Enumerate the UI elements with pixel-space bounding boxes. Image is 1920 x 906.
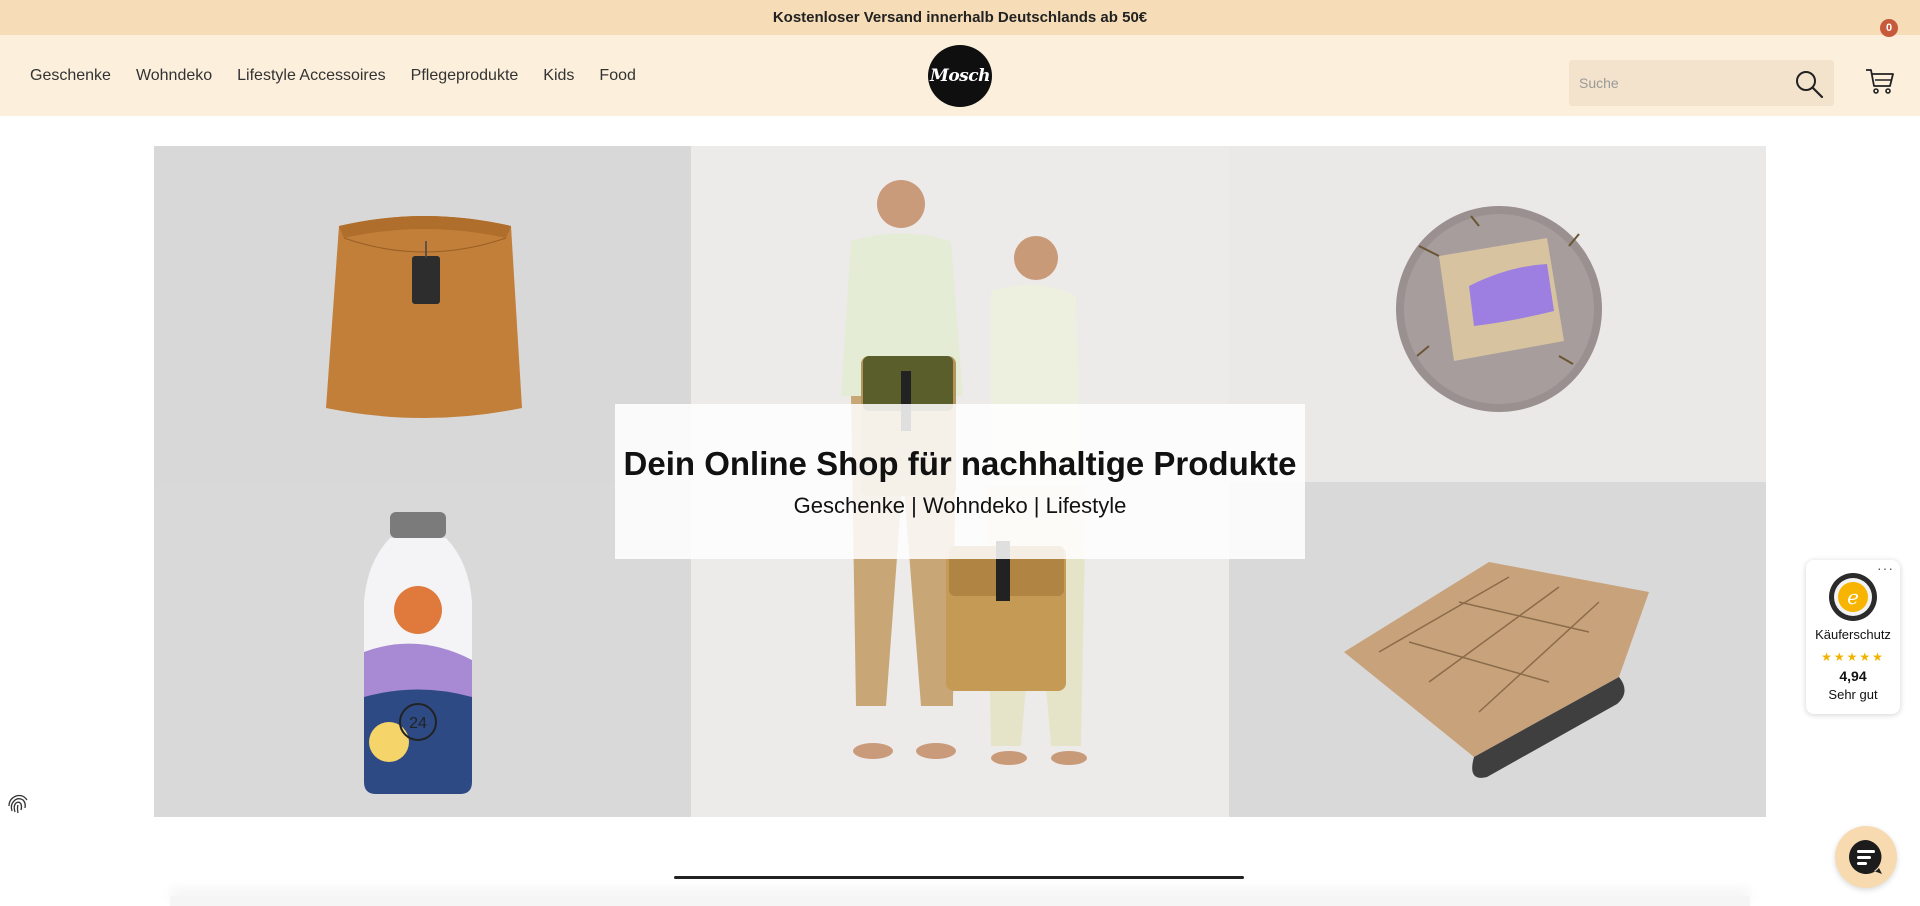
rating-stars-icon: ★★★★★ (1821, 650, 1885, 664)
main-nav: Geschenke Wohndeko Lifestyle Accessoires… (30, 35, 636, 116)
rating-score: 4,94 (1839, 668, 1867, 684)
rating-grade: Sehr gut (1828, 687, 1878, 702)
trusted-shops-seal-icon: e (1829, 573, 1877, 621)
nav-item-lifestyle-accessoires[interactable]: Lifestyle Accessoires (237, 67, 386, 85)
nav-item-geschenke[interactable]: Geschenke (30, 67, 111, 85)
chat-icon (1849, 840, 1882, 874)
logo-text: Mosch (930, 66, 990, 86)
logo[interactable]: Mosch (928, 45, 992, 107)
hero-image-soap (1229, 146, 1766, 482)
hero-image-basket (154, 146, 691, 482)
chat-button[interactable] (1835, 826, 1897, 888)
site-header: Geschenke Wohndeko Lifestyle Accessoires… (0, 35, 1920, 116)
slider-progress-bar[interactable] (674, 876, 1244, 879)
search-box (1569, 60, 1834, 106)
hero-title: Dein Online Shop für nachhaltige Produkt… (623, 444, 1297, 482)
announcement-bar: Kostenloser Versand innerhalb Deutschlan… (0, 0, 1920, 35)
nav-item-wohndeko[interactable]: Wohndeko (136, 67, 212, 85)
next-section-edge (170, 896, 1750, 906)
nav-item-food[interactable]: Food (599, 67, 635, 85)
badge-label: Käuferschutz (1815, 627, 1891, 642)
hero-subtitle: Geschenke | Wohndeko | Lifestyle (793, 492, 1127, 518)
badge-menu-icon[interactable]: ··· (1877, 560, 1894, 576)
hero-banner[interactable]: 24 Dein Online Shop für nachhaltige Prod… (154, 146, 1766, 817)
trusted-shops-badge[interactable]: ··· e Käuferschutz ★★★★★ 4,94 Sehr gut (1806, 560, 1900, 714)
announcement-text: Kostenloser Versand innerhalb Deutschlan… (772, 9, 1148, 26)
svg-text:24: 24 (409, 715, 427, 732)
cart-count-badge: 0 (1880, 19, 1898, 37)
hero-text-box: Dein Online Shop für nachhaltige Produkt… (615, 404, 1305, 559)
nav-item-kids[interactable]: Kids (543, 67, 574, 85)
svg-text:e: e (1847, 585, 1859, 609)
fingerprint-icon[interactable] (4, 791, 32, 819)
hero-image-yoga-mat (1229, 482, 1766, 817)
search-input[interactable] (1569, 60, 1799, 106)
search-icon[interactable] (1794, 69, 1824, 99)
nav-item-pflegeprodukte[interactable]: Pflegeprodukte (411, 67, 519, 85)
hero-image-bottle: 24 (154, 482, 691, 817)
cart-icon[interactable] (1864, 65, 1896, 97)
